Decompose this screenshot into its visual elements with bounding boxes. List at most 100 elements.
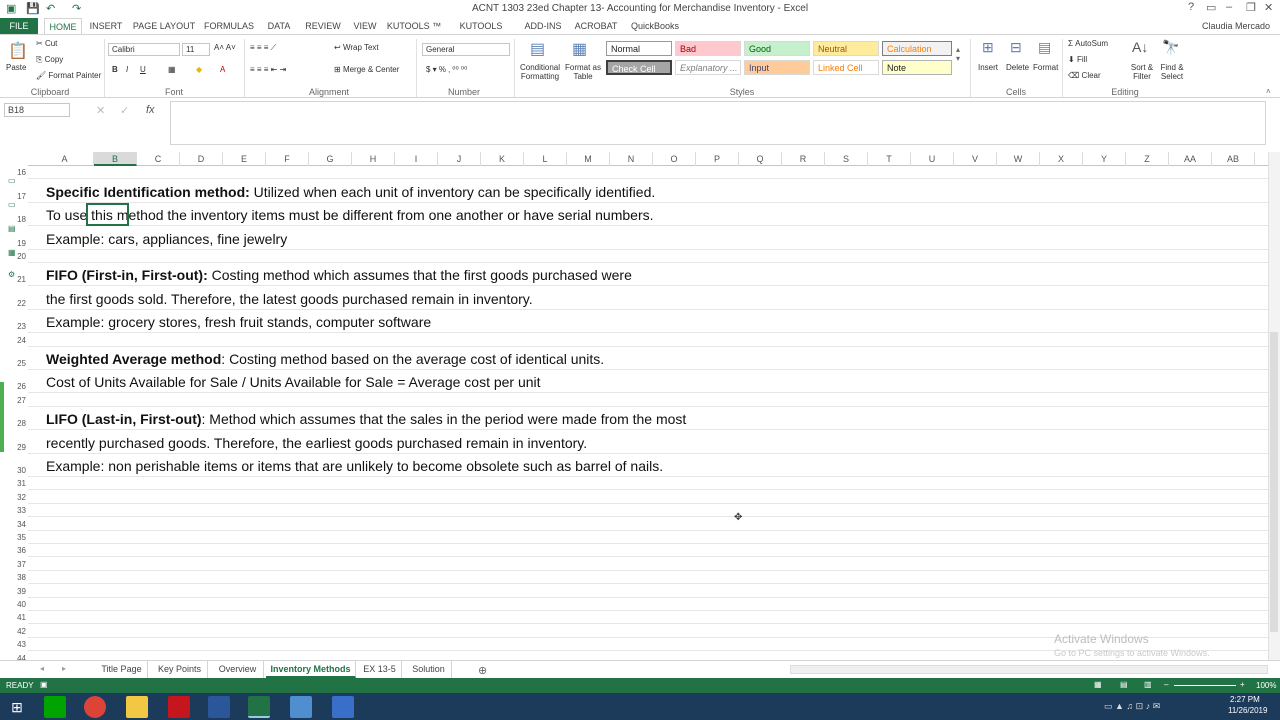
column-header-h[interactable]: H: [352, 152, 395, 166]
font-size-select[interactable]: 11: [182, 43, 210, 56]
table-row[interactable]: 27: [17, 393, 1268, 407]
chrome-icon[interactable]: [84, 696, 106, 718]
zoom-level[interactable]: 100%: [1256, 681, 1276, 690]
column-header-w[interactable]: W: [997, 152, 1040, 166]
styles-scroll-icon[interactable]: ▴ ▾: [956, 45, 960, 63]
cell-text[interactable]: Weighted Average method: Costing method …: [46, 351, 604, 367]
tab-page-layout[interactable]: PAGE LAYOUT: [132, 18, 196, 34]
column-header-n[interactable]: N: [610, 152, 653, 166]
page-layout-view-icon[interactable]: ▤: [1120, 680, 1128, 689]
column-header-q[interactable]: Q: [739, 152, 782, 166]
table-row[interactable]: 25 Weighted Average method: Costing metho…: [17, 347, 1268, 370]
column-header-u[interactable]: U: [911, 152, 954, 166]
row-header[interactable]: 31: [14, 479, 28, 488]
column-header-z[interactable]: Z: [1126, 152, 1169, 166]
find-select-icon[interactable]: 🔭: [1162, 39, 1179, 56]
cancel-entry-icon[interactable]: ✕: [96, 104, 105, 117]
cell-text[interactable]: LIFO (Last-in, First-out): Method which …: [46, 411, 686, 427]
delete-cells-button[interactable]: Delete: [1006, 63, 1029, 72]
tab-home[interactable]: HOME: [44, 18, 82, 34]
tab-data[interactable]: DATA: [262, 18, 296, 34]
grow-font-icon[interactable]: A˄ A˅: [214, 43, 236, 52]
restore-icon[interactable]: ❐: [1246, 1, 1256, 14]
table-row[interactable]: 41: [17, 611, 1268, 625]
name-box[interactable]: B18: [4, 103, 70, 117]
borders-icon[interactable]: ▦: [168, 65, 176, 74]
column-header-b[interactable]: B: [94, 152, 137, 166]
sheet-tab-key-points[interactable]: Key Points: [152, 661, 208, 678]
wrap-text-button[interactable]: ↩ Wrap Text: [334, 43, 379, 52]
row-header[interactable]: 35: [14, 533, 28, 542]
windows-start-icon[interactable]: ⊞: [6, 696, 28, 718]
row-header[interactable]: 26: [14, 382, 28, 391]
sort-filter-button[interactable]: Sort & Filter: [1126, 63, 1158, 81]
row-header[interactable]: 39: [14, 587, 28, 596]
row-header[interactable]: 17: [14, 192, 28, 201]
column-header-s[interactable]: S: [825, 152, 868, 166]
zoom-slider[interactable]: [1174, 685, 1236, 686]
clock-date[interactable]: 11/26/2019: [1228, 706, 1267, 715]
cut-button[interactable]: ✂ Cut: [36, 39, 57, 48]
style-input[interactable]: Input: [744, 60, 810, 75]
add-sheet-icon[interactable]: ⊕: [478, 664, 487, 677]
paste-icon[interactable]: 📋: [8, 41, 28, 61]
cell-text[interactable]: the first goods sold. Therefore, the lat…: [46, 291, 533, 307]
format-painter-button[interactable]: 🖌 Format Painter: [36, 71, 101, 80]
horizontal-scrollbar[interactable]: [790, 665, 1268, 674]
tab-file[interactable]: FILE: [0, 18, 38, 34]
tab-acrobat[interactable]: ACROBAT: [572, 18, 620, 34]
style-neutral[interactable]: Neutral: [813, 41, 879, 56]
fill-button[interactable]: ⬇ Fill: [1068, 55, 1087, 64]
copy-button[interactable]: ⎘ Copy: [36, 55, 63, 65]
insert-cells-icon[interactable]: ⊞: [982, 39, 994, 56]
table-row[interactable]: 18 To use this method the inventory items…: [17, 203, 1268, 227]
cell-text[interactable]: Example: non perishable items or items t…: [46, 458, 663, 474]
style-normal[interactable]: Normal: [606, 41, 672, 56]
align-left-icon[interactable]: ≡ ≡ ≡ ⇤ ⇥: [250, 65, 286, 74]
column-header-p[interactable]: P: [696, 152, 739, 166]
format-as-table-icon[interactable]: ▦: [572, 39, 587, 59]
style-calculation[interactable]: Calculation: [882, 41, 952, 56]
tab-view[interactable]: VIEW: [350, 18, 380, 34]
sheet-tab-solution[interactable]: Solution: [406, 661, 452, 678]
column-header-c[interactable]: C: [137, 152, 180, 166]
row-header[interactable]: 24: [14, 336, 28, 345]
row-header[interactable]: 36: [14, 546, 28, 555]
worksheet-grid[interactable]: ▭ ▭ ▤ ▦ ⚙ ⚙ ABCDEFGHIJKLMNOPQRSTUVWXYZAA…: [0, 152, 1280, 660]
row-header[interactable]: 32: [14, 493, 28, 502]
ribbon-display-icon[interactable]: ▭: [1206, 1, 1216, 14]
row-header[interactable]: 20: [14, 252, 28, 261]
cell-text[interactable]: Example: grocery stores, fresh fruit sta…: [46, 314, 431, 330]
sort-filter-icon[interactable]: A↓: [1132, 39, 1148, 55]
tray-icons[interactable]: ▭ ▲ ♫ ⊡ ♪ ✉: [1104, 701, 1160, 712]
macro-record-icon[interactable]: ▣: [40, 680, 48, 689]
style-good[interactable]: Good: [744, 41, 810, 56]
formula-input[interactable]: [170, 101, 1266, 145]
vertical-scrollbar[interactable]: [1268, 152, 1280, 660]
file-explorer-icon[interactable]: [126, 696, 148, 718]
clear-button[interactable]: ⌫ Clear: [1068, 71, 1101, 80]
style-check-cell[interactable]: Check Cell: [606, 60, 672, 75]
cell-text[interactable]: Specific Identification method: Utilized…: [46, 184, 655, 200]
column-header-a[interactable]: A: [36, 152, 94, 166]
format-cells-icon[interactable]: ▤: [1038, 39, 1051, 56]
sheet-tab-overview[interactable]: Overview: [212, 661, 264, 678]
table-row[interactable]: 19 Example: cars, appliances, fine jewelr…: [17, 226, 1268, 250]
table-row[interactable]: 26 Cost of Units Available for Sale / Uni…: [17, 370, 1268, 394]
row-header[interactable]: 23: [14, 322, 28, 331]
autosum-button[interactable]: Σ AutoSum: [1068, 39, 1108, 48]
delete-cells-icon[interactable]: ⊟: [1010, 39, 1022, 56]
row-header[interactable]: 34: [14, 520, 28, 529]
row-header[interactable]: 37: [14, 560, 28, 569]
row-header[interactable]: 25: [14, 359, 28, 368]
style-explanatory[interactable]: Explanatory ...: [675, 60, 741, 75]
conditional-formatting-button[interactable]: Conditional Formatting: [518, 63, 562, 81]
font-color-icon[interactable]: A: [220, 65, 225, 74]
vertical-scroll-thumb[interactable]: [1270, 332, 1278, 632]
style-note[interactable]: Note: [882, 60, 952, 75]
next-sheet-icon[interactable]: ▸: [62, 664, 66, 673]
table-row[interactable]: 22 the first goods sold. Therefore, the l…: [17, 286, 1268, 310]
row-header[interactable]: 29: [14, 443, 28, 452]
column-header-o[interactable]: O: [653, 152, 696, 166]
table-row[interactable]: 29 recently purchased goods. Therefore, t…: [17, 430, 1268, 454]
